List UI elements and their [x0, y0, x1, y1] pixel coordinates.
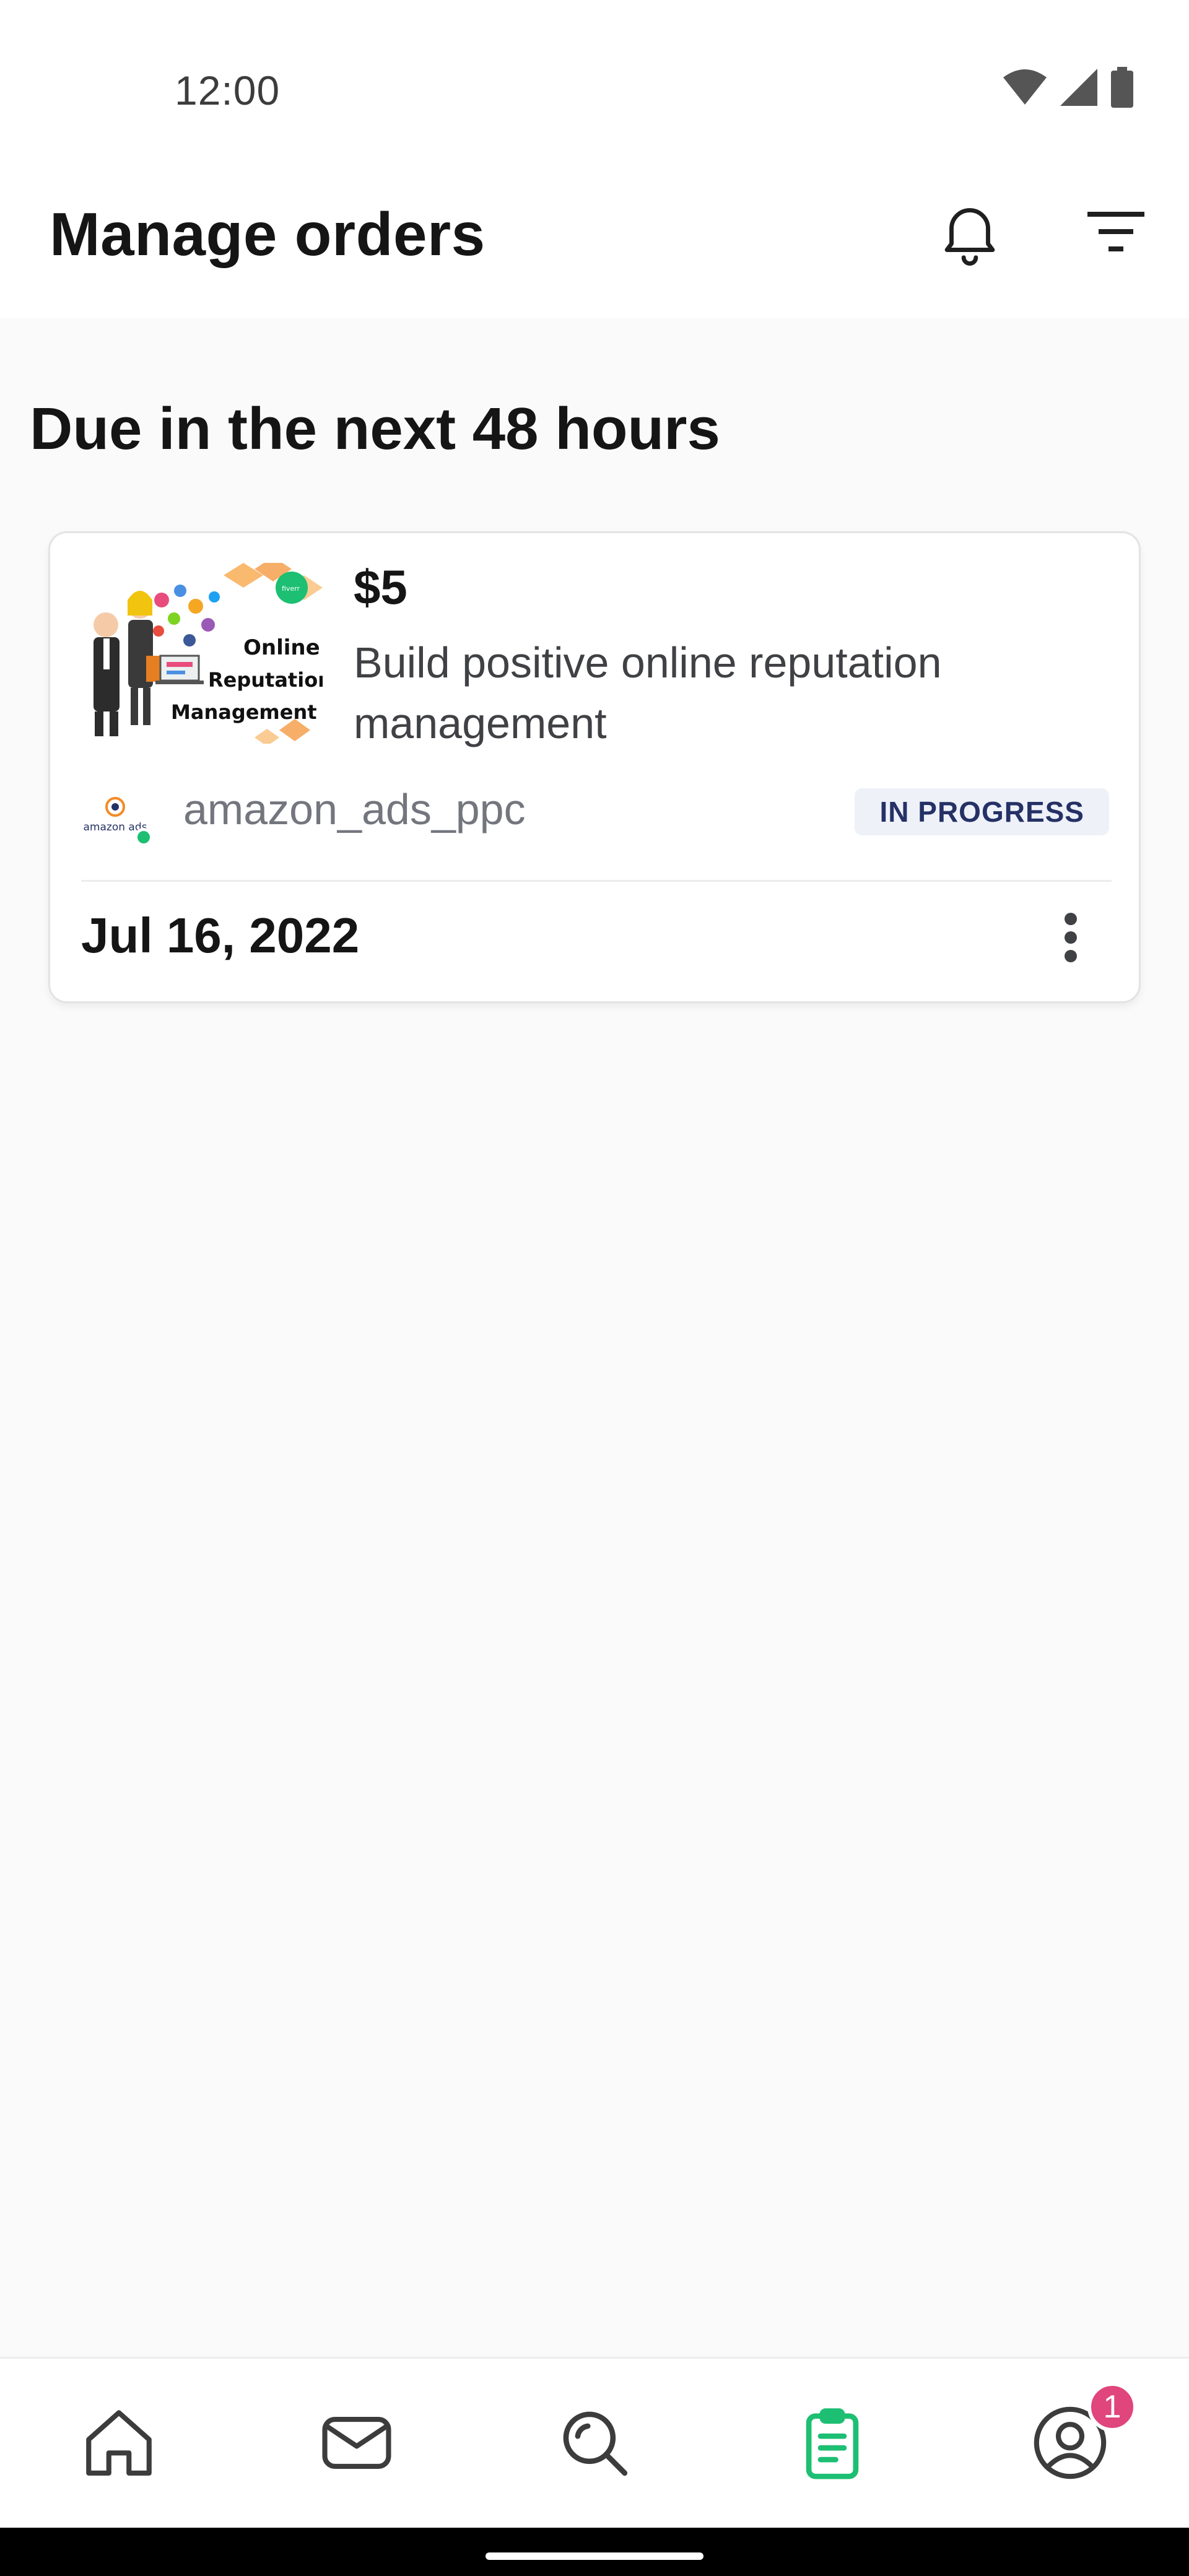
gesture-bar [0, 2528, 1189, 2576]
status-icons [1003, 66, 1133, 111]
online-status-dot [134, 828, 153, 846]
order-price: $5 [354, 560, 407, 614]
thumb-badge: fiverr [282, 585, 300, 593]
app-bar: Manage orders [0, 167, 1189, 318]
more-vertical-icon [1063, 912, 1078, 967]
section-title: Due in the next 48 hours [30, 396, 720, 462]
order-card[interactable]: Online Reputation Management fiverr $5 B… [48, 531, 1141, 1003]
status-badge: IN PROGRESS [855, 788, 1109, 835]
thumb-line-1: Online [243, 635, 320, 660]
notifications-button[interactable] [929, 192, 1011, 274]
seller-name[interactable]: amazon_ads_ppc [183, 785, 526, 834]
filter-button[interactable] [1075, 192, 1157, 274]
orders-icon [792, 2403, 873, 2486]
screen: 12:00 Manage orders Due in the next 48 h… [0, 0, 1189, 2576]
status-bar: 12:00 [0, 0, 1189, 167]
nav-orders[interactable] [783, 2395, 882, 2494]
filter-icon [1087, 211, 1144, 255]
gesture-handle[interactable] [486, 2552, 703, 2560]
nav-home[interactable] [69, 2395, 168, 2494]
card-divider [81, 880, 1112, 882]
bottom-nav: 1 [0, 2357, 1189, 2528]
cellular-signal-icon [1060, 68, 1097, 109]
gig-thumbnail: Online Reputation Management fiverr [81, 563, 323, 744]
nav-search[interactable] [545, 2395, 644, 2494]
inbox-icon [316, 2403, 397, 2486]
notification-badge: 1 [1087, 2382, 1137, 2432]
page-title: Manage orders [50, 200, 486, 268]
search-icon [554, 2403, 635, 2486]
wifi-icon [1003, 69, 1047, 109]
gig-title: Build positive online reputation managem… [354, 638, 942, 747]
due-date: Jul 16, 2022 [81, 908, 360, 963]
more-options-button[interactable] [1034, 899, 1108, 979]
thumb-line-3: Management [171, 700, 317, 724]
battery-icon [1111, 66, 1133, 111]
status-time: 12:00 [175, 67, 281, 113]
thumb-line-2: Reputation [208, 668, 323, 692]
home-icon [79, 2403, 159, 2486]
nav-inbox[interactable] [307, 2395, 406, 2494]
bell-icon [933, 195, 1006, 271]
